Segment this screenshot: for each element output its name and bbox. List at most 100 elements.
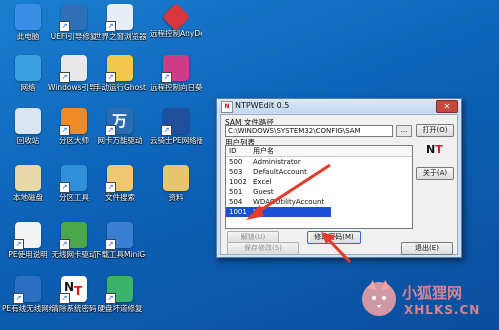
icon-label: 网络 [20, 83, 36, 92]
desktop-icon-this-pc[interactable]: 此电脑 [2, 4, 54, 54]
user-name: Administrator [253, 158, 301, 166]
icon-label: 回收站 [16, 136, 40, 145]
ghost-icon: ↗ [105, 55, 133, 83]
icon-label: 文件搜索 [105, 193, 135, 202]
icon-label: 此电脑 [16, 32, 40, 41]
user-row-selected[interactable]: 1001 XT [226, 207, 331, 217]
network-adapter-icon: ↗ [13, 276, 41, 304]
partition-tool-icon: ↗ [59, 165, 87, 193]
user-row[interactable]: 500 Administrator [226, 157, 412, 167]
window-titlebar[interactable]: N NTPWEdit 0.5 ✕ [217, 99, 461, 113]
desktop-icon-network[interactable]: 网络 [2, 55, 54, 105]
user-id: 1002 [229, 178, 247, 186]
boot-repair-icon: ↗ [59, 55, 87, 83]
user-name: DefaultAccount [253, 168, 307, 176]
user-list-header: ID 用户名 [226, 146, 412, 157]
change-password-button[interactable]: 修改密码(M) [307, 231, 361, 244]
exit-button[interactable]: 退出(E) [401, 242, 453, 255]
user-row[interactable]: 1002 Excel [226, 177, 412, 187]
about-button[interactable]: 关于(A) [416, 167, 454, 180]
desktop-icon-uefi-repair[interactable]: ↗ UEFI引导修复 [48, 4, 100, 54]
desktop-icon-pe-network-edition[interactable]: ↗ 云骑士PE网络版 [150, 108, 202, 158]
cloud-knight-icon: ↗ [161, 108, 189, 136]
icon-label: 清除系统密码 [51, 304, 97, 313]
user-id: 504 [229, 198, 243, 206]
file-search-icon: ↗ [105, 165, 133, 193]
network-icon [15, 55, 41, 81]
desktop-icon-docs-folder[interactable]: 资料 [150, 165, 202, 215]
icon-label: PE使用说明 [8, 250, 48, 259]
user-id: 503 [229, 168, 243, 176]
icon-label: 世界之窗浏览器 [94, 32, 146, 41]
icon-label: 无线网卡驱动 [51, 250, 97, 259]
sunlogin-icon: ↗ [161, 55, 189, 83]
desktop-icon-browser[interactable]: ↗ 世界之窗浏览器 [94, 4, 146, 54]
desktop-icon-local-disk[interactable]: 本地磁盘 [2, 165, 54, 215]
disk-icon [15, 165, 41, 191]
user-row[interactable]: 504 WDAGUtilityAccount [226, 197, 412, 207]
icon-label: 硬盘坏道修复 [97, 304, 143, 313]
desktop-icon-file-search[interactable]: ↗ 文件搜索 [94, 165, 146, 215]
user-row[interactable]: 503 DefaultAccount [226, 167, 412, 177]
icon-label: 远程控制AnyDesk [150, 29, 202, 38]
column-username: 用户名 [253, 147, 274, 155]
desktop-icon-partition-tool[interactable]: ↗ 分区工具 [48, 165, 100, 215]
miniget-icon: ↗ [105, 222, 133, 250]
nic-driver-icon: 万 ↗ [105, 108, 133, 136]
desktop-icon-clear-password[interactable]: N T ↗ 清除系统密码 [48, 276, 100, 326]
user-list[interactable]: ID 用户名 500 Administrator 503 DefaultAcco… [225, 145, 413, 229]
user-name: Excel [253, 178, 272, 186]
logo-n: N [426, 143, 436, 156]
icon-label: 网卡万能驱动 [97, 136, 143, 145]
icon-label: 远程控制向日葵 [150, 83, 202, 92]
watermark-domain: XHLKS.CN [404, 303, 481, 317]
user-id: 1001 [229, 208, 247, 216]
user-row[interactable]: 501 Guest [226, 187, 412, 197]
ntpwedit-window: N NTPWEdit 0.5 ✕ SAM 文件路径 C:\WINDOWS\SYS… [216, 98, 462, 258]
icon-label: PE有线无线网络 [2, 304, 54, 313]
folder-icon [163, 165, 189, 191]
partition-master-icon: ↗ [59, 108, 87, 136]
watermark-fox-logo [362, 280, 396, 316]
user-name: Guest [253, 188, 274, 196]
anydesk-icon [161, 2, 191, 32]
desktop: 此电脑 网络 回收站 本地磁盘 ↗ PE使用说明 ↗ PE有线无线网络 ↗ UE… [0, 0, 499, 330]
close-button[interactable]: ✕ [436, 100, 458, 113]
desktop-icon-ghost[interactable]: ↗ 手动运行Ghost12 [94, 55, 146, 105]
ntpwedit-icon: N T ↗ [59, 276, 87, 304]
icon-label: UEFI引导修复 [50, 32, 98, 41]
computer-icon [15, 4, 41, 30]
user-id: 501 [229, 188, 243, 196]
desktop-icon-windows-boot-repair[interactable]: ↗ Windows引导修复 [48, 55, 100, 105]
desktop-icon-nic-driver[interactable]: 万 ↗ 网卡万能驱动 [94, 108, 146, 158]
icon-label: 分区工具 [59, 193, 89, 202]
logo-t: T [435, 143, 443, 156]
icon-label: 资料 [168, 193, 184, 202]
desktop-icon-wireless-driver[interactable]: ↗ 无线网卡驱动 [48, 222, 100, 272]
desktop-icon-partition-master[interactable]: ↗ 分区大师 [48, 108, 100, 158]
desktop-icon-pe-guide[interactable]: ↗ PE使用说明 [2, 222, 54, 272]
wireless-driver-icon: ↗ [59, 222, 87, 250]
app-icon: N [221, 101, 233, 113]
icon-label: 分区大师 [59, 136, 89, 145]
desktop-icon-bad-sector-repair[interactable]: ↗ 硬盘坏道修复 [94, 276, 146, 326]
watermark-title: 小狐狸网 [402, 284, 463, 302]
icon-label: 本地磁盘 [13, 193, 43, 202]
browse-button[interactable]: ... [396, 125, 412, 137]
desktop-icon-sunlogin[interactable]: ↗ 远程控制向日葵 [150, 55, 202, 105]
open-button[interactable]: 打开(O) [416, 124, 454, 137]
save-changes-button[interactable]: 保存修改(S) [227, 242, 299, 255]
desktop-icon-anydesk[interactable]: 远程控制AnyDesk [150, 2, 202, 54]
desktop-icon-miniget[interactable]: ↗ 下载工具MiniGet [94, 222, 146, 272]
sam-path-field[interactable]: C:\WINDOWS\SYSTEM32\CONFIG\SAM [225, 125, 393, 137]
icon-label: 云骑士PE网络版 [150, 136, 202, 145]
desktop-icon-recycle-bin[interactable]: 回收站 [2, 108, 54, 158]
icon-label: 手动运行Ghost12 [94, 83, 146, 92]
recycle-bin-icon [15, 108, 41, 134]
desktop-icon-pe-network[interactable]: ↗ PE有线无线网络 [2, 276, 54, 326]
browser-icon: ↗ [105, 4, 133, 32]
user-name: WDAGUtilityAccount [253, 198, 325, 206]
window-client: SAM 文件路径 C:\WINDOWS\SYSTEM32\CONFIG\SAM … [220, 114, 458, 255]
user-id: 500 [229, 158, 243, 166]
user-name: XT [253, 208, 262, 216]
